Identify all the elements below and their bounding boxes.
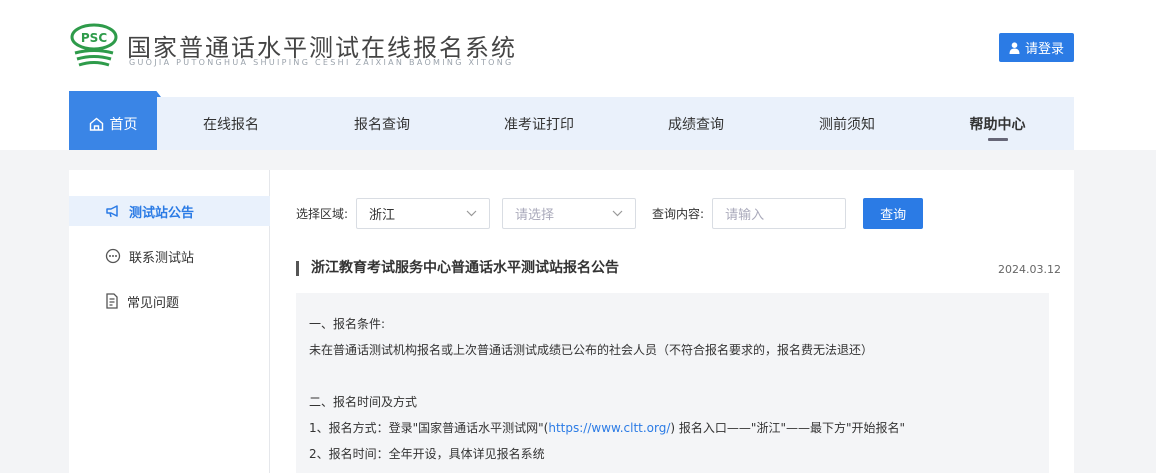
- nav-label: 报名查询: [354, 116, 410, 133]
- notice-text: ) 报名入口——"浙江"——最下方"开始报名": [670, 421, 905, 435]
- main-nav: 首页 在线报名 报名查询 准考证打印 成绩查询 测前须知 帮助中心: [69, 97, 1074, 150]
- login-label: 请登录: [1024, 42, 1064, 57]
- chat-icon: [105, 248, 121, 264]
- notice-line: 一、报名条件:: [309, 317, 386, 331]
- query-label: 查询内容:: [652, 207, 705, 221]
- nav-help-center[interactable]: 帮助中心: [921, 97, 1074, 150]
- sidebar: 测试站公告 联系测试站 常见问题: [69, 170, 270, 473]
- main-card: 测试站公告 联系测试站 常见问题 选择区域: 浙江 请选择 查询内容: 请输入 …: [69, 170, 1074, 473]
- filter-bar: 选择区域: 浙江 请选择 查询内容: 请输入 查询: [296, 198, 924, 229]
- user-icon: [1009, 41, 1020, 54]
- query-button[interactable]: 查询: [863, 198, 924, 229]
- sidebar-item-label: 常见问题: [127, 295, 180, 311]
- megaphone-icon: [106, 205, 118, 218]
- region-select[interactable]: 浙江: [356, 198, 491, 229]
- chevron-down-icon: [466, 210, 477, 217]
- sidebar-item-contact[interactable]: 联系测试站: [69, 241, 270, 271]
- chevron-down-icon: [612, 210, 623, 217]
- query-placeholder: 请输入: [725, 208, 765, 223]
- nav-admission-print[interactable]: 准考证打印: [459, 97, 619, 150]
- notice-line: 1、报名方式：登录"国家普通话水平测试网"(https://www.cltt.o…: [309, 415, 1036, 441]
- notice-title[interactable]: 浙江教育考试服务中心普通话水平测试站报名公告: [296, 261, 619, 276]
- sidebar-item-label: 联系测试站: [129, 250, 195, 266]
- cltt-link[interactable]: https://www.cltt.org/: [548, 421, 670, 435]
- notice-text: 1、报名方式：登录"国家普通话水平测试网"(: [309, 421, 549, 435]
- active-indicator: [987, 138, 1008, 141]
- nav-home-label: 首页: [109, 116, 138, 133]
- sidebar-item-label: 测试站公告: [129, 205, 195, 221]
- psc-logo: PSC: [70, 23, 118, 67]
- city-select[interactable]: 请选择: [502, 198, 637, 229]
- nav-register-query[interactable]: 报名查询: [305, 97, 459, 150]
- query-input[interactable]: 请输入: [712, 198, 847, 229]
- nav-score-query[interactable]: 成绩查询: [619, 97, 773, 150]
- nav-home[interactable]: 首页: [69, 97, 157, 150]
- nav-online-register[interactable]: 在线报名: [157, 97, 305, 150]
- login-button[interactable]: 请登录: [999, 33, 1074, 62]
- svg-text:PSC: PSC: [81, 31, 107, 45]
- home-icon: [89, 117, 103, 131]
- region-value: 浙江: [369, 208, 396, 223]
- notice-content: 一、报名条件: 未在普通话测试机构报名或上次普通话测试成绩已公布的社会人员（不符…: [296, 293, 1049, 473]
- notice-line: 2、报名时间：全年开设，具体详见报名系统: [309, 447, 545, 461]
- nav-label: 准考证打印: [504, 116, 574, 133]
- site-subtitle: GUOJIA PUTONGHUA SHUIPING CESHI ZAIXIAN …: [129, 58, 514, 67]
- nav-label: 在线报名: [203, 116, 259, 133]
- document-icon: [106, 293, 118, 309]
- nav-pretest-notice[interactable]: 测前须知: [773, 97, 921, 150]
- notice-line: 二、报名时间及方式: [309, 395, 418, 409]
- nav-label: 成绩查询: [668, 116, 724, 133]
- notice-date: 2024.03.12: [998, 263, 1061, 276]
- header: PSC 国家普通话水平测试在线报名系统 GUOJIA PUTONGHUA SHU…: [0, 0, 1156, 150]
- sidebar-item-faq[interactable]: 常见问题: [69, 286, 270, 316]
- nav-label: 帮助中心: [969, 116, 1026, 133]
- region-label: 选择区域:: [296, 207, 349, 221]
- notice-line: 未在普通话测试机构报名或上次普通话测试成绩已公布的社会人员（不符合报名要求的，报…: [309, 343, 874, 357]
- city-placeholder: 请选择: [515, 208, 555, 223]
- nav-label: 测前须知: [819, 116, 875, 133]
- sidebar-item-announcements[interactable]: 测试站公告: [69, 196, 270, 226]
